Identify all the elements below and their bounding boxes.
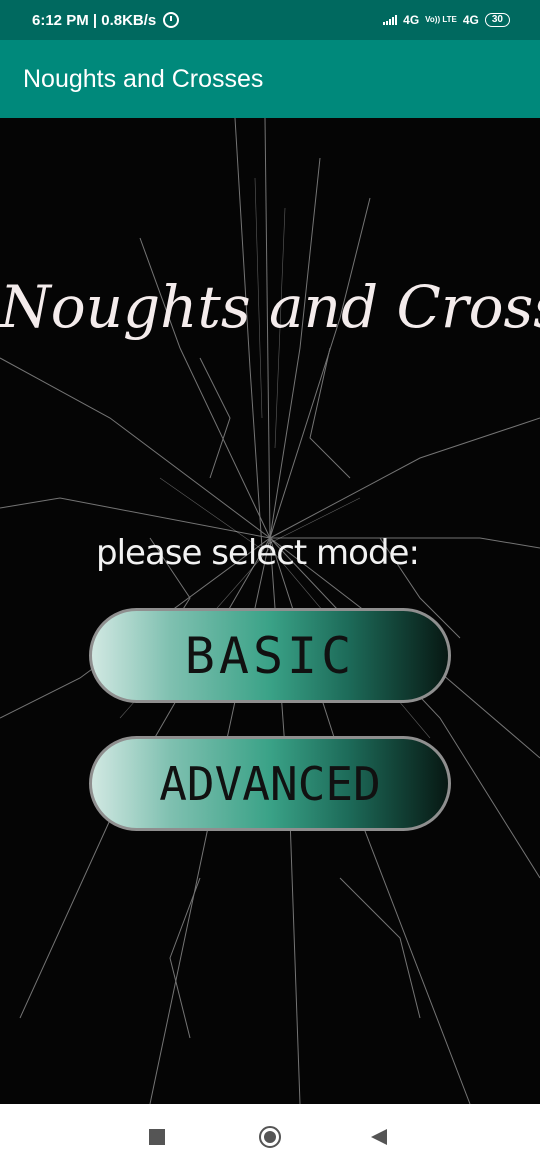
signal-icon [383,15,398,25]
app-bar-title: Noughts and Crosses [23,64,264,93]
status-right: 4G Vo)) LTE 4G 30 [383,13,510,27]
network-label-2: 4G [462,13,479,27]
home-icon[interactable] [259,1126,281,1148]
status-time: 6:12 PM | 0.8KB/s [32,11,157,29]
advanced-mode-label: ADVANCED [159,756,381,811]
volte-label: Vo)) LTE [425,15,457,24]
status-bar: 6:12 PM | 0.8KB/s 4G Vo)) LTE 4G 30 [0,0,540,40]
main-content: Noughts and Crosses please select mode: … [0,118,540,1104]
advanced-mode-button[interactable]: ADVANCED [89,736,451,831]
basic-mode-button[interactable]: BASIC [89,608,451,703]
navigation-bar [0,1104,540,1170]
status-left: 6:12 PM | 0.8KB/s [32,11,180,29]
mode-prompt: please select mode: [96,533,420,573]
network-label-1: 4G [403,13,420,27]
basic-mode-label: BASIC [184,626,356,685]
screen: 6:12 PM | 0.8KB/s 4G Vo)) LTE 4G 30 Noug… [0,0,540,1170]
game-title: Noughts and Crosses [0,273,540,341]
back-icon[interactable] [371,1129,387,1145]
app-bar: Noughts and Crosses [0,40,540,118]
battery-icon: 30 [484,13,510,27]
recents-icon[interactable] [149,1129,165,1145]
alarm-icon [163,12,180,28]
